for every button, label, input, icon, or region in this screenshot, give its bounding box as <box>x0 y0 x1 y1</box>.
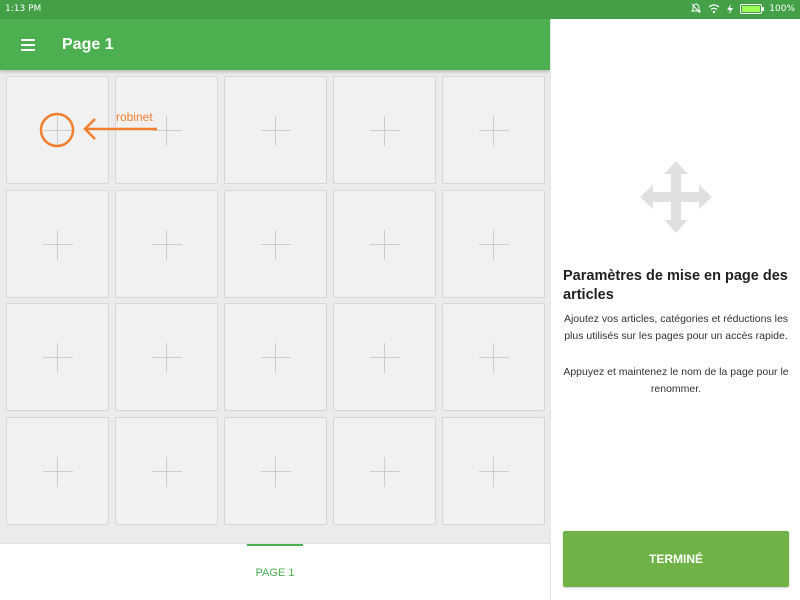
plus-icon <box>370 230 400 260</box>
tab-page-1[interactable]: PAGE 1 <box>247 544 303 600</box>
plus-icon <box>370 343 400 373</box>
notifications-off-icon <box>691 3 702 14</box>
plus-icon <box>43 116 73 146</box>
empty-tile[interactable] <box>115 76 218 184</box>
plus-icon <box>479 457 509 487</box>
plus-icon <box>43 457 73 487</box>
layout-editor-pane: Page 1 robinet PAGE 1 <box>0 19 550 600</box>
empty-tile[interactable] <box>224 190 327 298</box>
plus-icon <box>261 116 291 146</box>
empty-tile[interactable] <box>333 76 436 184</box>
empty-tile[interactable] <box>224 303 327 411</box>
info-panel: Paramètres de mise en page des articles … <box>550 19 800 600</box>
charging-icon <box>727 3 734 14</box>
empty-tile[interactable] <box>6 76 109 184</box>
empty-tile[interactable] <box>442 303 545 411</box>
plus-icon <box>43 343 73 373</box>
info-description: Ajoutez vos articles, catégories et rédu… <box>563 313 789 342</box>
empty-tile[interactable] <box>442 417 545 525</box>
status-time: 1:13 PM <box>5 4 42 14</box>
menu-icon <box>21 39 35 41</box>
plus-icon <box>261 457 291 487</box>
info-heading: Paramètres de mise en page des articles <box>563 268 788 303</box>
move-arrows-icon <box>640 161 712 233</box>
empty-tile[interactable] <box>115 303 218 411</box>
page-tab-bar: PAGE 1 <box>0 543 550 600</box>
plus-icon <box>152 230 182 260</box>
empty-tile[interactable] <box>6 190 109 298</box>
empty-tile[interactable] <box>333 417 436 525</box>
menu-button[interactable] <box>14 31 42 59</box>
empty-tile[interactable] <box>442 190 545 298</box>
plus-icon <box>152 116 182 146</box>
wifi-icon <box>708 3 720 13</box>
plus-icon <box>479 343 509 373</box>
tab-indicator <box>247 544 303 546</box>
info-rename-hint: Appuyez et maintenez le nom de la page p… <box>563 366 789 395</box>
empty-tile[interactable] <box>224 76 327 184</box>
plus-icon <box>370 457 400 487</box>
plus-icon <box>479 116 509 146</box>
status-bar: 1:13 PM 100% <box>0 0 800 19</box>
annotation-label: robinet <box>116 110 153 124</box>
battery-icon <box>740 3 765 14</box>
app-bar: Page 1 <box>0 19 550 70</box>
plus-icon <box>370 116 400 146</box>
empty-tile[interactable] <box>333 190 436 298</box>
empty-tile[interactable] <box>6 417 109 525</box>
plus-icon <box>479 230 509 260</box>
tab-label: PAGE 1 <box>255 567 295 579</box>
done-button[interactable]: TERMINÉ <box>563 531 789 587</box>
empty-tile[interactable] <box>224 417 327 525</box>
plus-icon <box>152 457 182 487</box>
empty-tile[interactable] <box>115 190 218 298</box>
battery-percent: 100% <box>769 3 795 14</box>
plus-icon <box>152 343 182 373</box>
plus-icon <box>261 230 291 260</box>
empty-tile[interactable] <box>115 417 218 525</box>
status-icons: 100% <box>691 3 795 14</box>
empty-tile[interactable] <box>333 303 436 411</box>
empty-tile[interactable] <box>6 303 109 411</box>
plus-icon <box>261 343 291 373</box>
page-title: Page 1 <box>62 36 114 53</box>
empty-tile[interactable] <box>442 76 545 184</box>
plus-icon <box>43 230 73 260</box>
